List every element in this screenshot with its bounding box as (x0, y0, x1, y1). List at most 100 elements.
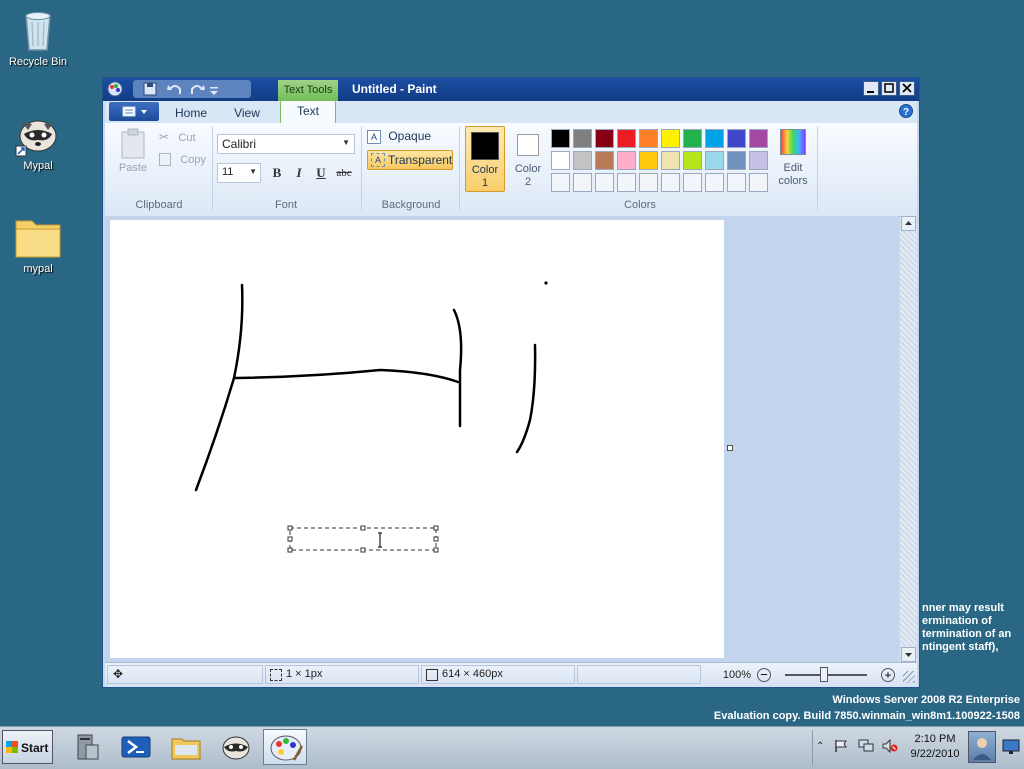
arrow-down-icon (905, 653, 912, 657)
paste-button[interactable]: Paste (113, 127, 153, 183)
custom-color-slot[interactable] (573, 173, 592, 192)
minimize-button[interactable] (863, 81, 879, 96)
palette-swatch[interactable] (573, 129, 592, 148)
maximize-button[interactable] (881, 81, 897, 96)
taskbar-paint[interactable] (263, 729, 307, 765)
taskbar-mypal[interactable] (214, 729, 258, 765)
legal-watermark: nner may result ermination of terminatio… (922, 602, 1011, 654)
cut-button[interactable]: ✂ Cut (159, 130, 209, 146)
opaque-button[interactable]: A Opaque (367, 129, 453, 147)
palette-swatch[interactable] (661, 129, 680, 148)
user-avatar[interactable] (968, 731, 996, 763)
cut-label: Cut (178, 132, 196, 144)
custom-color-slot[interactable] (705, 173, 724, 192)
font-size-select[interactable]: 11 ▼ (217, 163, 261, 183)
strikethrough-button[interactable]: abc (333, 163, 355, 183)
palette-swatch[interactable] (749, 151, 768, 170)
custom-color-slot[interactable] (595, 173, 614, 192)
transparent-button[interactable]: A Transparent (367, 150, 453, 170)
palette-swatch[interactable] (705, 151, 724, 170)
tab-text[interactable]: Text (280, 100, 336, 123)
action-center-flag-icon[interactable] (834, 739, 848, 756)
color2-button[interactable]: Color 2 (509, 126, 549, 192)
custom-color-slot[interactable] (727, 173, 746, 192)
title-bar[interactable]: Text Tools Untitled - Paint (103, 78, 919, 101)
palette-swatch[interactable] (617, 129, 636, 148)
clock-date[interactable]: 9/22/2010 (906, 748, 964, 760)
palette-swatch[interactable] (617, 151, 636, 170)
taskbar-explorer[interactable] (164, 729, 208, 765)
resize-grip-icon[interactable] (903, 671, 915, 683)
paint-menu-button[interactable] (109, 102, 159, 121)
tab-view[interactable]: View (225, 106, 269, 120)
custom-color-slot[interactable] (749, 173, 768, 192)
scroll-down-button[interactable] (901, 647, 916, 662)
show-hidden-icons-icon[interactable]: ⌃ (816, 741, 824, 752)
server-manager-icon (77, 734, 99, 760)
copy-button[interactable]: Copy (159, 152, 209, 168)
palette-swatch[interactable] (661, 151, 680, 170)
font-size-value: 11 (222, 166, 234, 178)
underline-button[interactable]: U (311, 163, 331, 183)
zoom-in-button[interactable]: + (881, 668, 895, 682)
desktop-icon-recycle-bin[interactable]: Recycle Bin (0, 6, 76, 68)
palette-swatch[interactable] (683, 151, 702, 170)
arrow-up-icon (905, 221, 912, 225)
palette-swatch[interactable] (639, 129, 658, 148)
custom-color-slot[interactable] (661, 173, 680, 192)
save-icon[interactable] (143, 82, 157, 96)
color2-swatch (517, 134, 539, 156)
palette-swatch[interactable] (551, 151, 570, 170)
palette-swatch[interactable] (595, 151, 614, 170)
desktop-icon-mypal-folder[interactable]: mypal (0, 213, 76, 275)
bold-button[interactable]: B (267, 163, 287, 183)
palette-swatch[interactable] (573, 151, 592, 170)
edit-colors-button[interactable]: Edit colors (773, 127, 813, 193)
italic-button[interactable]: I (289, 163, 309, 183)
help-icon[interactable]: ? (899, 104, 913, 118)
redo-icon[interactable] (189, 82, 205, 96)
palette-swatch[interactable] (595, 129, 614, 148)
watermark-line: termination of an (922, 628, 1012, 640)
palette-swatch[interactable] (551, 129, 570, 148)
taskbar-server-manager[interactable] (66, 729, 110, 765)
show-desktop-button[interactable] (1000, 731, 1022, 763)
vertical-scrollbar[interactable] (900, 216, 917, 662)
canvas-resize-handle[interactable] (727, 445, 733, 451)
custom-color-slot[interactable] (551, 173, 570, 192)
image-size: 614 × 460px (442, 668, 503, 680)
zoom-out-button[interactable]: − (757, 668, 771, 682)
custom-color-slot[interactable] (639, 173, 658, 192)
undo-icon[interactable] (167, 82, 183, 96)
font-family-select[interactable]: Calibri ▼ (217, 134, 355, 154)
palette-swatch[interactable] (727, 151, 746, 170)
close-button[interactable] (899, 81, 915, 96)
network-icon[interactable] (858, 739, 874, 756)
start-button[interactable]: Start (2, 730, 53, 764)
status-empty-cell (577, 665, 701, 684)
custom-color-slot[interactable] (683, 173, 702, 192)
clock-time[interactable]: 2:10 PM (906, 733, 964, 745)
zoom-slider-thumb[interactable] (820, 667, 828, 682)
watermark-line: ntingent staff), (922, 641, 999, 653)
palette-swatch[interactable] (683, 129, 702, 148)
opaque-icon: A (367, 129, 381, 144)
scroll-up-button[interactable] (901, 216, 916, 231)
tab-home[interactable]: Home (169, 106, 213, 120)
palette-swatch[interactable] (705, 129, 724, 148)
volume-muted-icon[interactable] (882, 738, 898, 756)
qat-customize-icon[interactable] (209, 84, 219, 95)
palette-swatch[interactable] (639, 151, 658, 170)
palette-swatch[interactable] (727, 129, 746, 148)
selection-icon (270, 669, 282, 681)
color1-button[interactable]: Color 1 (465, 126, 505, 192)
desktop-icon-mypal[interactable]: Mypal (0, 110, 76, 172)
palette-swatch[interactable] (749, 129, 768, 148)
taskbar-powershell[interactable] (114, 729, 158, 765)
user-icon (973, 738, 991, 760)
paint-app-icon[interactable] (107, 81, 123, 97)
copy-label: Copy (180, 154, 207, 166)
canvas-area (105, 216, 898, 662)
drawing-canvas[interactable] (110, 220, 724, 658)
custom-color-slot[interactable] (617, 173, 636, 192)
